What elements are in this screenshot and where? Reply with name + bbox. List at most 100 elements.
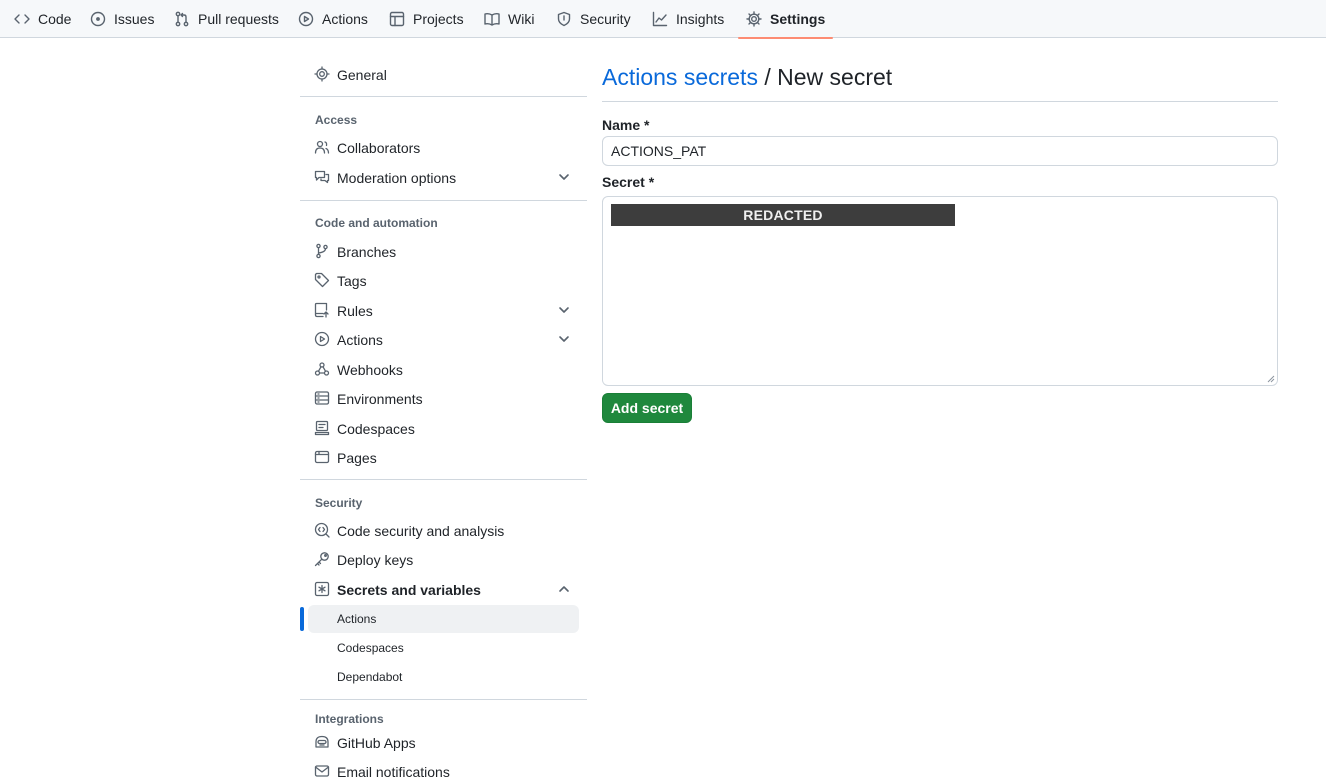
key-icon: [314, 551, 330, 567]
sidebar-item-label: Deploy keys: [337, 551, 414, 568]
add-secret-button[interactable]: Add secret: [602, 393, 692, 423]
breadcrumb-link-actions-secrets[interactable]: Actions secrets: [602, 64, 758, 90]
tab-issues[interactable]: Issues: [90, 0, 154, 38]
codespaces-icon: [314, 420, 330, 436]
sidebar-divider: [300, 200, 587, 201]
tag-icon: [314, 272, 330, 288]
sidebar-item-label: Codespaces: [337, 641, 404, 655]
git-branch-icon: [314, 243, 330, 259]
sidebar-item-label: Pages: [337, 449, 377, 466]
sidebar-item-email-notifications[interactable]: Email notifications: [308, 757, 579, 780]
sidebar-section-heading: Security: [315, 496, 363, 510]
page-title: Actions secrets / New secret: [602, 64, 892, 91]
sidebar-item-label: Actions: [337, 331, 383, 348]
sidebar-item-collaborators[interactable]: Collaborators: [308, 133, 579, 162]
breadcrumb-current: New secret: [777, 64, 893, 90]
tab-insights[interactable]: Insights: [652, 0, 724, 38]
sidebar-item-general[interactable]: General: [308, 60, 579, 89]
sidebar-item-label: Codespaces: [337, 420, 415, 437]
sidebar-item-deploy-keys[interactable]: Deploy keys: [308, 545, 579, 574]
sidebar-item-label: Tags: [337, 272, 367, 289]
chevron-down-icon: [557, 303, 571, 317]
tab-settings[interactable]: Settings: [737, 0, 834, 39]
sidebar-item-label: Rules: [337, 302, 373, 319]
breadcrumb-separator: /: [764, 64, 771, 90]
resize-grip-icon[interactable]: [1267, 375, 1275, 383]
sidebar-item-actions[interactable]: Actions: [308, 325, 579, 354]
chevron-down-icon: [557, 332, 571, 346]
book-icon: [484, 12, 500, 26]
tab-code[interactable]: Code: [14, 0, 71, 38]
sidebar-divider: [300, 699, 587, 700]
issue-icon: [90, 11, 106, 27]
sidebar-item-label: Moderation options: [337, 169, 457, 186]
chevron-down-icon: [557, 170, 571, 184]
hubot-icon: [314, 734, 330, 750]
sidebar-item-branches[interactable]: Branches: [308, 237, 579, 266]
sidebar-item-pages[interactable]: Pages: [308, 443, 579, 472]
pull-request-icon: [175, 11, 189, 27]
sidebar-subitem-actions[interactable]: Actions: [308, 605, 579, 633]
tab-label: Actions: [322, 11, 368, 27]
settings-sidebar: General Access Collaborators Moderation …: [300, 38, 587, 780]
tab-wiki[interactable]: Wiki: [484, 0, 534, 38]
sidebar-section-heading: Integrations: [315, 712, 384, 726]
secret-value-textarea[interactable]: REDACTED: [602, 196, 1278, 386]
secret-label: Secret *: [602, 174, 655, 190]
server-icon: [314, 390, 330, 406]
sidebar-divider: [300, 479, 587, 480]
webhook-icon: [314, 361, 330, 377]
sidebar-item-environments[interactable]: Environments: [308, 384, 579, 413]
sidebar-item-tags[interactable]: Tags: [308, 266, 579, 295]
shield-icon: [557, 11, 571, 27]
name-label: Name *: [602, 117, 650, 133]
tab-projects[interactable]: Projects: [389, 0, 464, 38]
sidebar-item-label: GitHub Apps: [337, 734, 416, 751]
sidebar-item-label: Email notifications: [337, 763, 450, 780]
tab-label: Code: [38, 11, 72, 27]
sidebar-subitem-dependabot[interactable]: Dependabot: [308, 663, 579, 691]
sidebar-section-heading: Code and automation: [315, 216, 438, 230]
sidebar-item-rules[interactable]: Rules: [308, 296, 579, 325]
sidebar-item-label: General: [337, 66, 387, 83]
sidebar-divider: [300, 96, 587, 97]
sidebar-section-heading: Access: [315, 113, 358, 127]
active-indicator: [300, 607, 304, 631]
comment-discussion-icon: [314, 169, 330, 185]
repo-push-icon: [314, 302, 330, 318]
sidebar-item-github-apps[interactable]: GitHub Apps: [308, 728, 579, 757]
chevron-up-icon: [557, 582, 571, 596]
sidebar-item-secrets-and-variables[interactable]: Secrets and variables: [308, 575, 579, 604]
tab-actions[interactable]: Actions: [298, 0, 368, 38]
repo-tab-bar: Code Issues Pull requests Actions Projec…: [0, 0, 1326, 39]
tab-label: Insights: [676, 11, 725, 27]
tab-security[interactable]: Security: [556, 0, 631, 38]
sidebar-item-label: Actions: [337, 612, 377, 626]
tab-label: Pull requests: [198, 11, 279, 27]
sidebar-item-webhooks[interactable]: Webhooks: [308, 355, 579, 384]
sidebar-item-codespaces[interactable]: Codespaces: [308, 414, 579, 443]
tab-label: Wiki: [508, 11, 535, 27]
title-divider: [602, 101, 1278, 102]
people-icon: [314, 139, 330, 155]
sidebar-item-label: Secrets and variables: [337, 581, 481, 598]
sidebar-subitem-codespaces[interactable]: Codespaces: [308, 634, 579, 662]
play-icon: [298, 11, 314, 27]
sidebar-item-code-security[interactable]: Code security and analysis: [308, 516, 579, 545]
secret-name-input[interactable]: [602, 136, 1278, 166]
sidebar-item-label: Dependabot: [337, 670, 403, 684]
table-icon: [389, 11, 405, 27]
sidebar-item-label: Branches: [337, 243, 397, 260]
tab-label: Projects: [413, 11, 464, 27]
redacted-overlay: REDACTED: [611, 204, 955, 226]
sidebar-item-label: Webhooks: [337, 361, 403, 378]
mail-icon: [314, 763, 330, 779]
sidebar-item-label: Collaborators: [337, 139, 421, 156]
tab-label: Issues: [114, 11, 155, 27]
graph-icon: [652, 11, 668, 27]
key-asterisk-icon: [314, 581, 330, 597]
play-icon: [314, 331, 330, 347]
gear-icon: [746, 11, 762, 27]
tab-pull-requests[interactable]: Pull requests: [174, 0, 279, 38]
sidebar-item-moderation-options[interactable]: Moderation options: [308, 163, 579, 192]
